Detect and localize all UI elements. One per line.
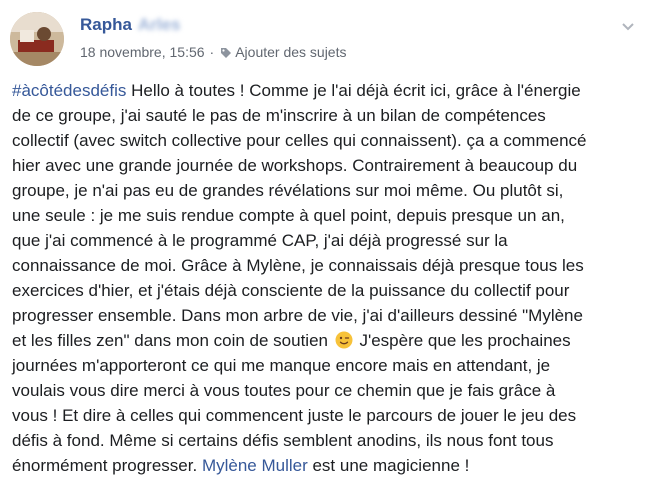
post-line-12: journées m'apporteront ce qui me manque …: [12, 356, 551, 375]
post-line-14: vous ! Et dire à celles qui commencent j…: [12, 406, 577, 425]
tag-icon: [221, 48, 232, 58]
facebook-post: Rapha Arles 18 novembre, 15:56 · Ajouter de…: [0, 0, 649, 495]
author-first-name[interactable]: Rapha: [80, 15, 132, 34]
add-topics-link[interactable]: Ajouter des sujets: [220, 44, 347, 60]
post-header: Rapha Arles 18 novembre, 15:56 · Ajouter de…: [10, 12, 640, 68]
post-meta: 18 novembre, 15:56 · Ajouter des sujets: [80, 44, 347, 60]
meta-separator: ·: [209, 44, 215, 60]
post-line-2: de ce groupe, j'ai sauté le pas de m'ins…: [12, 106, 546, 125]
post-line-3: collectif (avec switch collective pour c…: [12, 131, 587, 150]
avatar[interactable]: [10, 12, 64, 66]
post-line-7: que j'ai commencé à le programmé CAP, j'…: [12, 231, 508, 250]
add-topics-label[interactable]: Ajouter des sujets: [235, 44, 346, 60]
post-line-8: connaissance de moi. Grâce à Mylène, je …: [12, 256, 584, 275]
post-line-1: #àcôtédesdéfis Hello à toutes ! Comme je…: [12, 81, 581, 100]
post-line-11: et les filles zen" dans mon coin de sout…: [12, 331, 571, 350]
post-line-4: hier avec une grande journée de workshop…: [12, 156, 578, 175]
post-line-16: énormément progresser. Mylène Muller est…: [12, 456, 470, 475]
chevron-down-icon[interactable]: [620, 18, 636, 34]
post-line-6: une seule : je me suis rendue compte à q…: [12, 206, 565, 225]
post-line-13: voulais vous dire merci à vous toutes po…: [12, 381, 556, 400]
winking-face-icon: [335, 331, 353, 349]
author-name[interactable]: Rapha Arles: [80, 15, 181, 35]
post-line-15: défis à fond. Même si certains défis sem…: [12, 431, 554, 450]
hashtag-link[interactable]: #àcôtédesdéfis: [12, 81, 126, 100]
author-last-name-blurred: Arles: [137, 15, 181, 34]
post-line-10: progresser ensemble. Dans mon arbre de v…: [12, 306, 583, 325]
post-line-9: exercices d'hier, et j'étais déjà consci…: [12, 281, 570, 300]
post-line-5: groupe, je n'ai pas eu de grandes révéla…: [12, 181, 564, 200]
post-body: #àcôtédesdéfis Hello à toutes ! Comme je…: [12, 78, 637, 478]
mention-link[interactable]: Mylène Muller: [202, 456, 308, 475]
post-timestamp[interactable]: 18 novembre, 15:56: [80, 44, 205, 60]
